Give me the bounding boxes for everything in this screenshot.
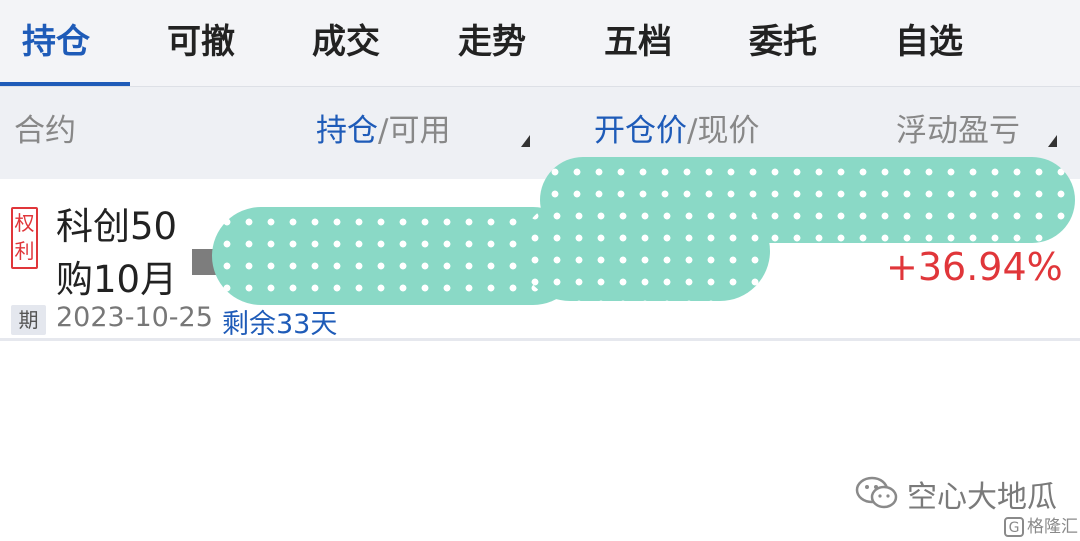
watermark-account-name: 空心大地瓜 <box>907 480 1057 515</box>
tab-trades[interactable]: 成交 <box>312 18 380 66</box>
column-contract: 合约 <box>14 113 76 149</box>
contract-month: 购10月 <box>56 258 178 301</box>
column-position-available[interactable]: 持仓/可用 <box>316 111 450 151</box>
column-open-price-label: 开仓价 <box>594 113 687 149</box>
tab-holdings[interactable]: 持仓 <box>22 18 90 66</box>
badge-char: 利 <box>14 239 35 263</box>
redaction-blob <box>520 201 770 301</box>
wechat-icon <box>855 476 898 509</box>
tab-trend[interactable]: 走势 <box>458 18 526 66</box>
expiry-date: 2023-10-25 <box>56 302 213 333</box>
days-remaining: 剩余33天 <box>222 309 338 340</box>
divider <box>0 338 1080 341</box>
tab-watchlist[interactable]: 自选 <box>895 18 963 66</box>
site-watermark: G 格隆汇 <box>1004 512 1078 537</box>
tab-five-levels[interactable]: 五档 <box>604 18 672 66</box>
rights-badge: 权 利 <box>11 207 38 269</box>
column-floating-pnl[interactable]: 浮动盈亏 <box>896 111 1020 151</box>
pnl-percent: +36.94% <box>886 245 1063 289</box>
column-available-label: /可用 <box>378 113 451 149</box>
tab-cancelable[interactable]: 可撤 <box>167 18 235 66</box>
site-watermark-label: 格隆汇 <box>1027 517 1078 537</box>
contract-name: 科创50 <box>56 205 178 248</box>
sort-triangle-icon[interactable] <box>1048 135 1057 147</box>
sort-triangle-icon[interactable] <box>521 135 530 147</box>
column-current-price-label: /现价 <box>687 113 760 149</box>
tab-bar: 持仓 可撤 成交 走势 五档 委托 自选 <box>0 0 1080 86</box>
expiry-tag: 期 <box>11 305 46 335</box>
column-open-current-price[interactable]: 开仓价/现价 <box>594 111 759 151</box>
column-position-label: 持仓 <box>316 113 378 149</box>
badge-char: 权 <box>14 211 35 235</box>
position-row[interactable]: 权 利 科创50 购10月 +36.94% 期 2023-10-25 剩余33天 <box>0 157 1080 340</box>
gelonghui-logo-icon: G <box>1004 517 1024 537</box>
tab-orders[interactable]: 委托 <box>749 18 817 66</box>
